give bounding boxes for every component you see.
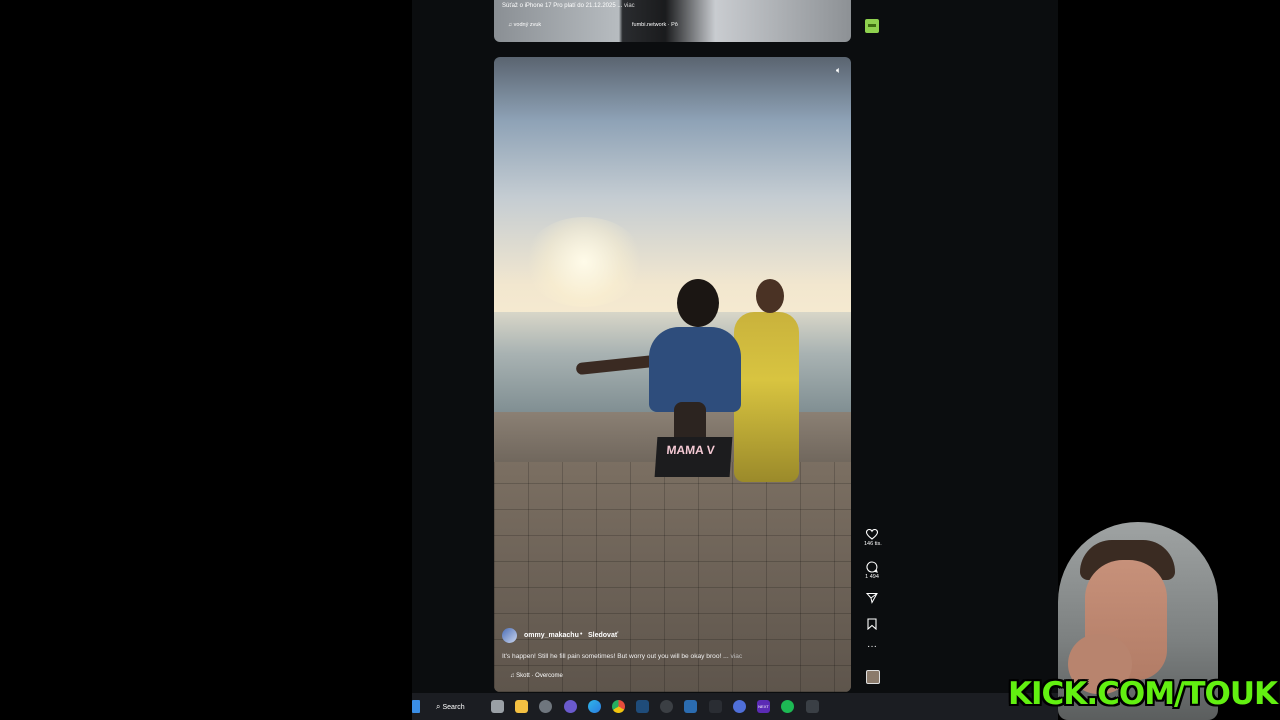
previous-reel-audio-label: vodný zvuk <box>513 22 542 28</box>
obs-icon[interactable] <box>660 700 673 713</box>
sunlight <box>524 217 644 307</box>
previous-reel-credit[interactable]: fumbi.network · Pô <box>632 22 678 28</box>
edge-icon[interactable] <box>588 700 601 713</box>
woman-head <box>756 279 784 313</box>
previous-reel-more-link[interactable]: viac <box>624 3 635 9</box>
windows-start-icon[interactable] <box>412 700 420 713</box>
terminal-icon[interactable] <box>709 700 722 713</box>
previous-reel[interactable]: Súťaž o iPhone 17 Pro platí do 21.12.202… <box>494 0 851 42</box>
save-button[interactable] <box>864 618 880 630</box>
next-app-icon[interactable]: NEXT <box>757 700 770 713</box>
previous-reel-audio[interactable]: ♫ vodný zvuk <box>508 22 541 28</box>
share-button[interactable] <box>864 592 880 604</box>
settings-icon[interactable] <box>539 700 552 713</box>
previous-reel-caption-text: Súťaž o iPhone 17 Pro platí do 21.12.202… <box>502 3 623 9</box>
notes-icon[interactable] <box>684 700 697 713</box>
heart-icon <box>866 529 878 540</box>
sign-text: MAMA V <box>666 443 716 457</box>
task-view-icon[interactable] <box>491 700 504 713</box>
mute-icon[interactable]: 🔈︎ <box>836 65 846 75</box>
username-link[interactable]: ommy_makachu <box>524 632 579 639</box>
avatar[interactable] <box>502 628 517 643</box>
spreadsheet-icon[interactable] <box>806 700 819 713</box>
spotify-icon[interactable] <box>781 700 794 713</box>
reel-caption: It's happen! Still he fill pain sometime… <box>502 653 742 660</box>
arc-browser-icon[interactable] <box>733 700 746 713</box>
share-icon <box>866 593 878 604</box>
audio-thumbnail[interactable] <box>866 670 880 684</box>
extension-badge-icon[interactable] <box>865 19 879 33</box>
man-head <box>677 279 719 327</box>
follow-button[interactable]: Sledovať <box>588 632 618 639</box>
bookmark-icon <box>867 618 877 630</box>
chrome-icon[interactable] <box>612 700 625 713</box>
search-icon: ⌕ <box>436 702 441 711</box>
reel-audio-label: Skott · Overcome <box>516 673 563 679</box>
discord-icon[interactable] <box>564 700 577 713</box>
like-button[interactable]: 146 tis. <box>864 529 882 547</box>
taskbar-search[interactable]: ⌕ Search <box>436 699 476 714</box>
taskbar-search-label: Search <box>442 704 465 711</box>
previous-reel-caption: Súťaž o iPhone 17 Pro platí do 21.12.202… <box>502 3 635 9</box>
comment-count: 1 494 <box>865 574 879 580</box>
separator-dot: • <box>580 631 583 638</box>
like-count: 146 tis. <box>864 541 882 547</box>
comment-button[interactable]: 1 494 <box>864 561 880 580</box>
reel-video[interactable]: MAMA V <box>494 57 851 692</box>
woman-figure <box>734 312 799 482</box>
steam-icon[interactable] <box>636 700 649 713</box>
sign-board: MAMA V <box>654 437 733 477</box>
more-options-icon[interactable]: ··· <box>864 642 880 652</box>
comment-icon <box>866 561 878 573</box>
screen: Súťaž o iPhone 17 Pro platí do 21.12.202… <box>0 0 1280 720</box>
reel-caption-text: It's happen! Still he fill pain sometime… <box>502 653 729 660</box>
file-explorer-icon[interactable] <box>515 700 528 713</box>
man-figure <box>649 327 741 412</box>
caption-more-link[interactable]: viac <box>731 653 743 660</box>
reel-audio-link[interactable]: ♫ Skott · Overcome <box>510 673 563 679</box>
stream-brand-logo: KICK.COM/TOUKEN <box>1008 676 1280 712</box>
